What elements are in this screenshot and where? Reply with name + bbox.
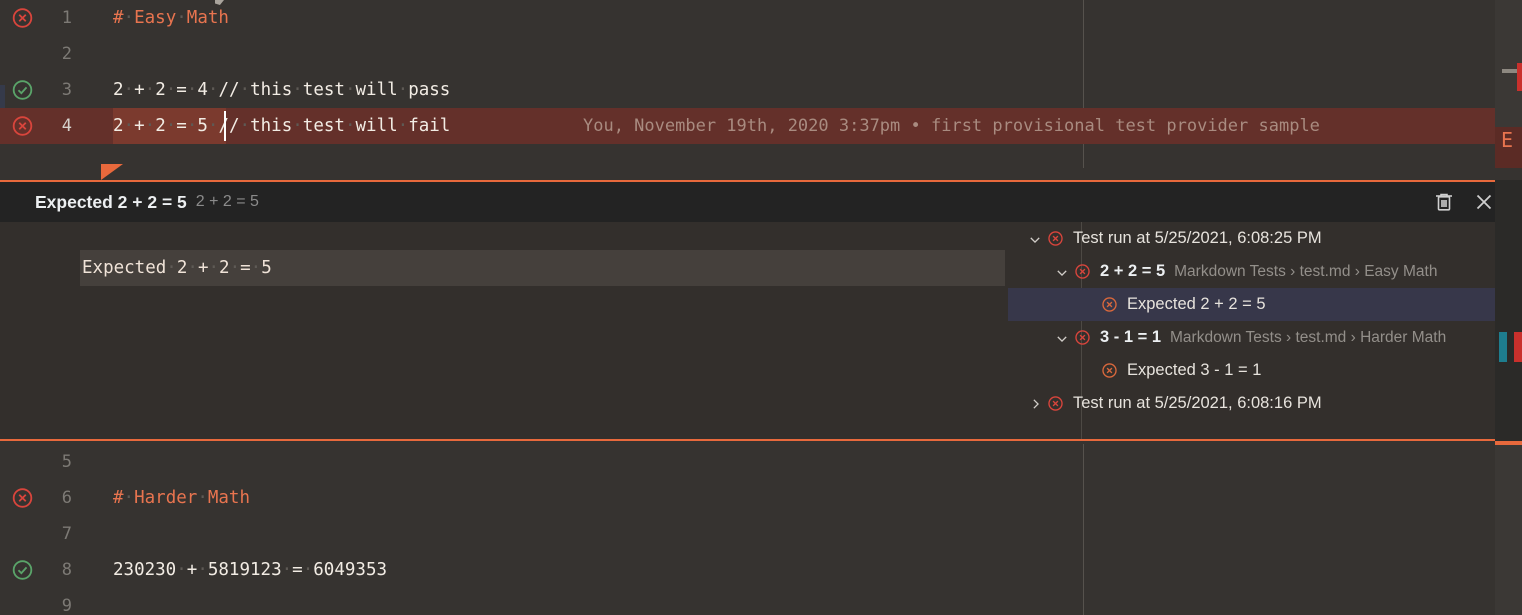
minimap-current-marker	[1495, 441, 1522, 445]
minimap-glyph-e: E	[1501, 128, 1513, 152]
peek-view: Expected 2 + 2 = 5 2 + 2 = 5	[0, 180, 1522, 441]
tree-item-label: 2 + 2 = 5	[1100, 262, 1165, 281]
inline-blame-annotation[interactable]: You, November 19th, 2020 3:37pm • first …	[583, 108, 1320, 144]
tree-item-label: Expected 3 - 1 = 1	[1127, 361, 1261, 380]
chevron-right-icon[interactable]	[1027, 396, 1043, 412]
test-pass-icon[interactable]	[11, 559, 34, 582]
peek-message-pane[interactable]: Expected·2·+·2·=·5	[0, 222, 1008, 439]
code-line[interactable]: 3 2·+·2·=·4·//·this·test·will·pass	[0, 72, 1522, 108]
test-fail-icon[interactable]	[11, 487, 34, 510]
peek-view-body: Expected·2·+·2·=·5 Test run at 5/25/2021…	[0, 222, 1522, 439]
code-text: #·Harder·Math	[113, 480, 250, 516]
code-line[interactable]: 9	[0, 588, 1522, 615]
editor-minimap-top[interactable]: E	[1495, 0, 1522, 168]
tree-row[interactable]: Test run at 5/25/2021, 6:08:16 PM	[1008, 387, 1522, 420]
tree-item-label: Test run at 5/25/2021, 6:08:16 PM	[1073, 394, 1322, 413]
test-fail-icon	[1101, 296, 1118, 313]
tree-row[interactable]: Test run at 5/25/2021, 6:08:25 PM	[1008, 222, 1522, 255]
editor-pane-bottom[interactable]: 56 #·Harder·Math 78 230230·+·5819123·=·6049…	[0, 444, 1522, 615]
code-line[interactable]: 7	[0, 516, 1522, 552]
test-fail-icon	[1074, 263, 1091, 280]
code-line[interactable]: 6 #·Harder·Math	[0, 480, 1522, 516]
minimap-body-2	[1495, 180, 1522, 441]
vscode-editor-window: 1 #·Easy·Math 23 2·+·2·=·4·//·this·test·wil…	[0, 0, 1522, 615]
twisty-placeholder	[1081, 363, 1097, 379]
minimap-error-marker	[1517, 63, 1522, 91]
peek-title: Expected 2 + 2 = 5	[35, 192, 187, 213]
code-line[interactable]: 1 #·Easy·Math	[0, 0, 1522, 36]
peek-results-tree[interactable]: Test run at 5/25/2021, 6:08:25 PM 2 + 2 =…	[1008, 222, 1522, 439]
peek-actions	[1432, 190, 1496, 214]
code-line[interactable]: 5	[0, 444, 1522, 480]
line-number: 9	[40, 588, 72, 615]
peek-view-pointer	[101, 164, 123, 180]
line-number: 6	[40, 480, 72, 516]
text-cursor	[224, 111, 226, 141]
line-number: 4	[40, 108, 72, 144]
editor-pane-top[interactable]: 1 #·Easy·Math 23 2·+·2·=·4·//·this·test·wil…	[0, 0, 1522, 168]
code-line[interactable]: 2	[0, 36, 1522, 72]
tree-row[interactable]: Expected 3 - 1 = 1	[1008, 354, 1522, 387]
line-number: 7	[40, 516, 72, 552]
tree-row[interactable]: 2 + 2 = 5 Markdown Tests › test.md › Easy…	[1008, 255, 1522, 288]
minimap-body-3	[1495, 441, 1522, 615]
test-fail-icon	[1074, 329, 1091, 346]
peek-view-header: Expected 2 + 2 = 5 2 + 2 = 5	[0, 182, 1522, 222]
tree-item-label: 3 - 1 = 1	[1100, 328, 1161, 347]
tree-item-path: Markdown Tests › test.md › Harder Math	[1170, 329, 1446, 347]
peek-subtitle: 2 + 2 = 5	[196, 193, 259, 211]
test-fail-icon[interactable]	[11, 115, 34, 138]
line-number: 1	[40, 0, 72, 36]
tree-row[interactable]: 3 - 1 = 1 Markdown Tests › test.md › Hard…	[1008, 321, 1522, 354]
tree-item-label: Test run at 5/25/2021, 6:08:25 PM	[1073, 229, 1322, 248]
test-fail-icon	[1047, 395, 1064, 412]
minimap-error-marker-2	[1514, 332, 1522, 362]
trash-icon[interactable]	[1432, 190, 1456, 214]
twisty-placeholder	[1081, 297, 1097, 313]
test-fail-icon	[1047, 230, 1064, 247]
tree-item-path: Markdown Tests › test.md › Easy Math	[1174, 263, 1437, 281]
code-text: 230230·+·5819123·=·6049353	[113, 552, 387, 588]
line-number: 2	[40, 36, 72, 72]
peek-message-text: Expected·2·+·2·=·5	[82, 250, 272, 286]
test-fail-icon[interactable]	[11, 7, 34, 30]
code-text: 2·+·2·=·5·//·this·test·will·fail	[113, 108, 450, 144]
chevron-down-icon[interactable]	[1027, 231, 1043, 247]
close-icon[interactable]	[1472, 190, 1496, 214]
line-number: 5	[40, 444, 72, 480]
minimap-modified-marker	[1499, 332, 1507, 362]
code-text: #·Easy·Math	[113, 0, 229, 36]
code-text: 2·+·2·=·4·//·this·test·will·pass	[113, 72, 450, 108]
line-number: 8	[40, 552, 72, 588]
code-line[interactable]: 8 230230·+·5819123·=·6049353	[0, 552, 1522, 588]
tree-item-label: Expected 2 + 2 = 5	[1127, 295, 1266, 314]
line-number: 3	[40, 72, 72, 108]
editor-minimap-peek-side[interactable]	[1495, 180, 1522, 441]
test-fail-icon	[1101, 362, 1118, 379]
chevron-down-icon[interactable]	[1054, 264, 1070, 280]
tree-row[interactable]: Expected 2 + 2 = 5	[1008, 288, 1522, 321]
test-pass-icon[interactable]	[11, 79, 34, 102]
chevron-down-icon[interactable]	[1054, 330, 1070, 346]
editor-minimap-bottom[interactable]	[1495, 441, 1522, 615]
code-line[interactable]: 4 2·+·2·=·5·//·this·test·will·fail You, No…	[0, 108, 1522, 144]
